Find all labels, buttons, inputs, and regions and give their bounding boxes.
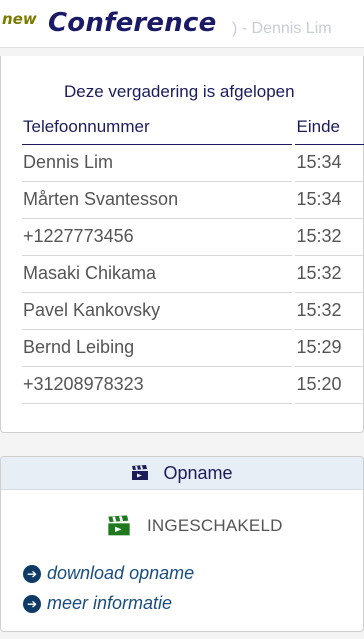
recording-status: INGESCHAKELD (107, 515, 283, 537)
app-header: ) - Dennis Lim new Conference (0, 0, 364, 48)
recording-status-text: INGESCHAKELD (147, 516, 283, 535)
clapperboard-icon (132, 465, 149, 480)
participant-end-time: 15:20 (293, 366, 364, 404)
participant-end-time: 15:32 (293, 218, 364, 256)
participant-name: +1227773456 (22, 218, 295, 256)
recording-panel: Opname INGESCHAKELD ➔ download opname ➔ … (0, 456, 364, 632)
participants-table-body: Dennis Lim 15:34 Mårten Svantesson 15:34… (22, 144, 364, 404)
participant-name: Masaki Chikama (22, 255, 295, 293)
more-info-label: meer informatie (47, 593, 173, 613)
table-row: +31208978323 15:20 (22, 366, 364, 404)
download-recording-link[interactable]: ➔ download opname (23, 563, 194, 584)
table-row: Mårten Svantesson 15:34 (22, 181, 364, 219)
participant-end-time: 15:32 (293, 292, 364, 330)
meeting-ended-title: Deze vergadering is afgelopen (64, 82, 295, 101)
recording-title: Opname (163, 462, 233, 483)
participant-end-time: 15:29 (293, 329, 364, 367)
column-header-phone: Telefoonnummer (22, 110, 295, 145)
participant-end-time: 15:34 (293, 144, 364, 182)
participant-name: Bernd Leibing (22, 329, 295, 367)
table-row: Bernd Leibing 15:29 (22, 329, 364, 367)
download-recording-label: download opname (47, 563, 195, 583)
table-row: Masaki Chikama 15:32 (22, 255, 364, 293)
participant-name: Dennis Lim (22, 144, 295, 182)
participants-table: Telefoonnummer Einde Dennis Lim 15:34 Må… (22, 110, 364, 404)
more-info-link[interactable]: ➔ meer informatie (23, 593, 172, 614)
arrow-circle-right-icon: ➔ (23, 594, 41, 613)
column-header-end: Einde (293, 110, 364, 145)
header-background-title: ) - Dennis Lim (232, 20, 332, 37)
participant-name: +31208978323 (22, 366, 295, 404)
participant-end-time: 15:34 (293, 181, 364, 219)
participant-end-time: 15:32 (293, 255, 364, 293)
logo-prefix: new (2, 10, 37, 28)
table-row: Dennis Lim 15:34 (22, 144, 364, 182)
table-row: +1227773456 15:32 (22, 218, 364, 256)
arrow-circle-right-icon: ➔ (23, 564, 41, 583)
participant-name: Mårten Svantesson (22, 181, 295, 219)
clapperboard-icon (108, 515, 130, 536)
participant-name: Pavel Kankovsky (22, 292, 295, 330)
table-header-row: Telefoonnummer Einde (22, 110, 364, 145)
table-row: Pavel Kankovsky 15:32 (22, 292, 364, 330)
recording-panel-header: Opname (1, 457, 363, 490)
logo: Conference (48, 8, 217, 38)
